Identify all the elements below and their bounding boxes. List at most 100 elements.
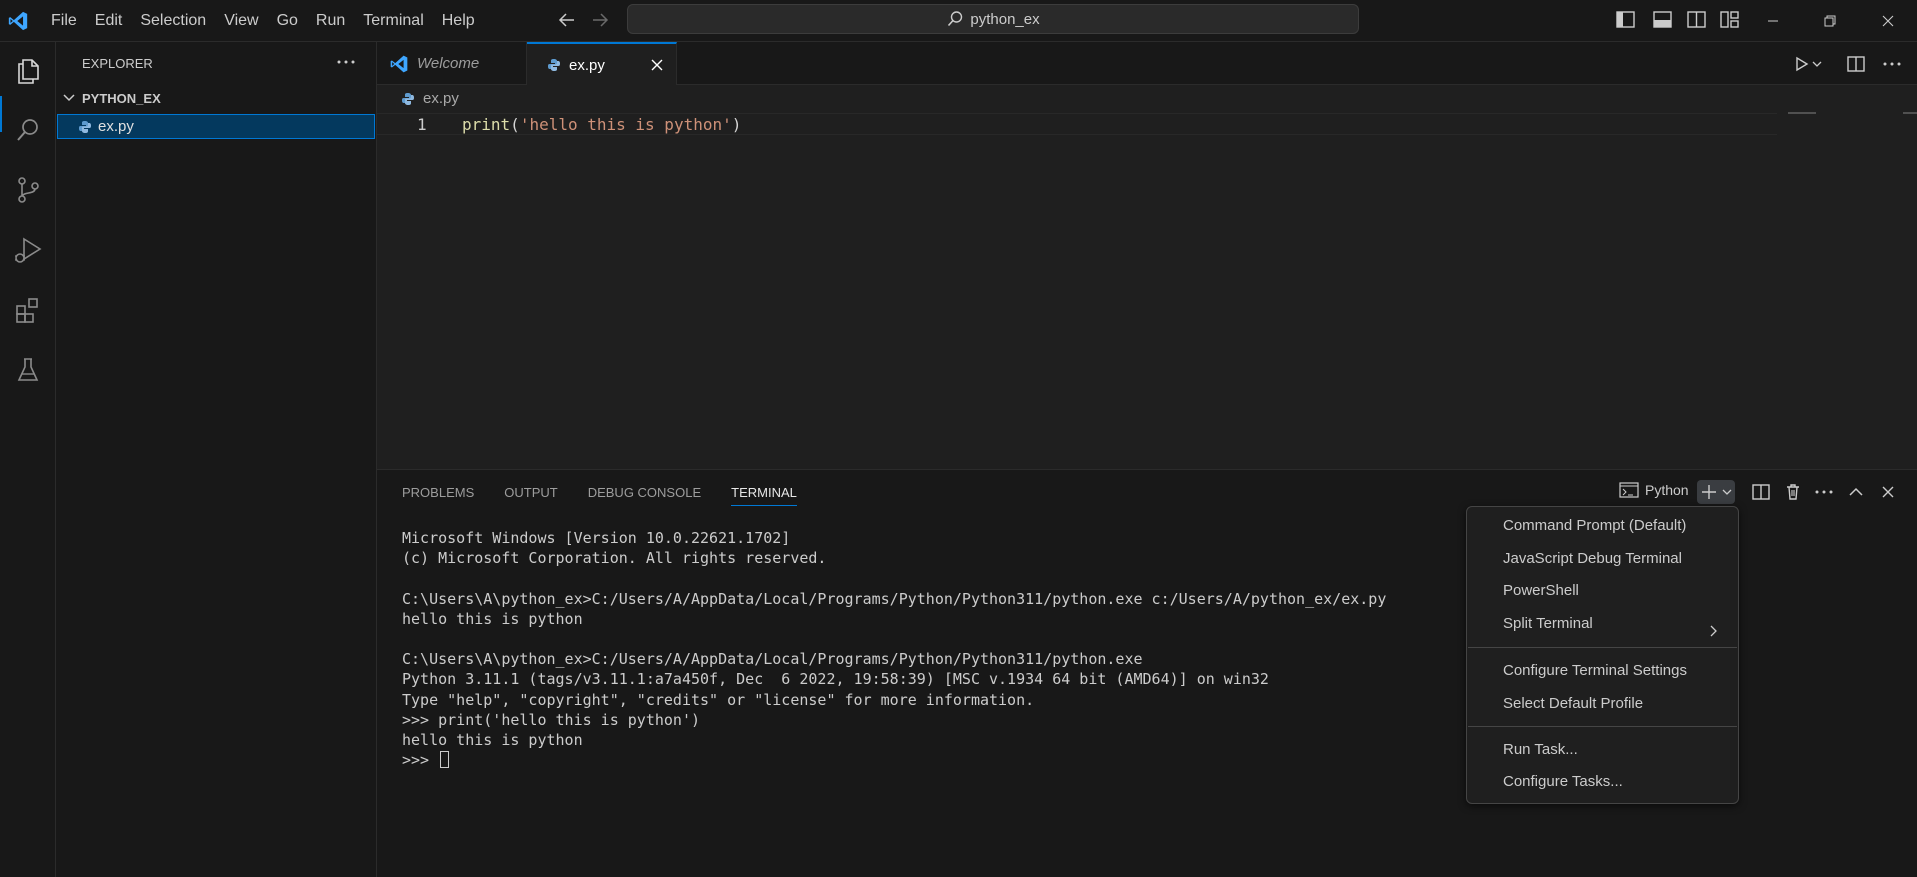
menu-terminal[interactable]: Terminal — [354, 0, 432, 42]
extensions-icon[interactable] — [10, 292, 46, 328]
code-editor[interactable]: ex.py 1 print('hello this is python') — [377, 85, 1917, 469]
tab-welcome[interactable]: Welcome — [377, 42, 527, 85]
toggle-primary-sidebar-icon[interactable] — [1612, 8, 1638, 32]
minimap[interactable] — [1788, 112, 1816, 114]
more-actions-icon[interactable] — [1812, 480, 1836, 504]
more-actions-icon[interactable] — [1881, 53, 1903, 75]
plus-icon — [1702, 485, 1716, 499]
menu-item-select-default-profile[interactable]: Select Default Profile — [1503, 695, 1643, 712]
menu-edit[interactable]: Edit — [86, 0, 132, 42]
menu-bar: File Edit Selection View Go Run Terminal… — [42, 0, 484, 42]
menu-go[interactable]: Go — [268, 0, 307, 42]
menu-item-configure-terminal-settings[interactable]: Configure Terminal Settings — [1503, 662, 1687, 679]
terminal-line: Type "help", "copyright", "credits" or "… — [402, 690, 1035, 709]
terminal-line: Python 3.11.1 (tags/v3.11.1:a7a450f, Dec… — [402, 670, 1269, 689]
restore-icon — [1824, 15, 1836, 27]
arrow-right-icon[interactable] — [587, 8, 613, 32]
tab-ex-py[interactable]: ex.py — [527, 42, 677, 86]
terminal-profile[interactable]: Python — [1619, 482, 1689, 498]
tab-problems[interactable]: PROBLEMS — [402, 485, 474, 506]
active-indicator — [0, 96, 2, 132]
tab-debug-console[interactable]: DEBUG CONSOLE — [588, 485, 701, 506]
activity-bar — [0, 42, 56, 877]
menu-view[interactable]: View — [215, 0, 267, 42]
split-editor-icon[interactable] — [1845, 53, 1867, 75]
restore-button[interactable] — [1807, 0, 1853, 42]
run-python-file-icon[interactable] — [1791, 53, 1825, 75]
minimize-button[interactable] — [1750, 0, 1796, 42]
menu-run[interactable]: Run — [307, 0, 354, 42]
terminal-prompt-line[interactable]: >>> — [402, 750, 1386, 770]
terminal-cmd-icon — [1619, 482, 1639, 498]
terminal-line: hello this is python — [402, 731, 583, 750]
source-control-icon[interactable] — [10, 172, 46, 208]
editor-tab-bar: Welcome ex.py — [377, 42, 1917, 86]
menu-separator — [1468, 647, 1737, 648]
trash-icon[interactable] — [1781, 480, 1805, 504]
terminal-prompt: >>> — [402, 751, 439, 770]
chevron-down-icon[interactable] — [1720, 480, 1734, 504]
tab-terminal[interactable]: TERMINAL — [731, 485, 797, 506]
testing-flask-icon[interactable] — [10, 352, 46, 388]
toggle-panel-icon[interactable] — [1649, 8, 1675, 32]
menu-file[interactable]: File — [42, 0, 86, 42]
tab-output[interactable]: OUTPUT — [504, 485, 557, 506]
menu-item-configure-tasks[interactable]: Configure Tasks... — [1503, 773, 1623, 790]
terminal-line: C:\Users\A\python_ex>C:/Users/A/AppData/… — [402, 589, 1387, 608]
code-line[interactable]: print('hello this is python') — [462, 115, 741, 134]
menu-item-split-terminal[interactable]: Split Terminal — [1503, 615, 1593, 632]
menu-item-javascript-debug-terminal[interactable]: JavaScript Debug Terminal — [1503, 550, 1682, 567]
search-icon[interactable] — [10, 112, 46, 148]
menu-item-powershell[interactable]: PowerShell — [1503, 582, 1579, 599]
minimize-icon — [1768, 20, 1778, 22]
menu-separator — [1468, 726, 1737, 727]
folder-label: PYTHON_EX — [82, 90, 161, 106]
split-terminal-icon[interactable] — [1749, 480, 1773, 504]
line-number: 1 — [417, 115, 427, 134]
tab-label: ex.py — [569, 56, 605, 74]
command-center-text: python_ex — [970, 10, 1040, 28]
arrow-left-icon[interactable] — [554, 8, 580, 32]
close-icon[interactable] — [648, 56, 666, 74]
code-token-paren: ) — [731, 115, 742, 134]
tab-label: Welcome — [417, 55, 480, 72]
title-bar: File Edit Selection View Go Run Terminal… — [0, 0, 1917, 42]
terminal-line: Microsoft Windows [Version 10.0.22621.17… — [402, 529, 791, 547]
scrollbar[interactable] — [1903, 112, 1917, 114]
terminal-line: >>> print('hello this is python') — [402, 710, 701, 729]
more-actions-icon[interactable] — [334, 52, 358, 72]
chevron-down-icon — [63, 94, 75, 102]
code-token-function: print — [462, 115, 511, 134]
folder-python-ex[interactable]: PYTHON_EX — [56, 87, 376, 109]
breadcrumb-file: ex.py — [423, 90, 459, 107]
sidebar-title: EXPLORER — [82, 56, 153, 71]
terminal-line: C:\Users\A\python_ex>C:/Users/A/AppData/… — [402, 650, 1143, 669]
close-window-button[interactable] — [1865, 0, 1911, 42]
file-label: ex.py — [98, 118, 134, 135]
close-panel-icon[interactable] — [1876, 480, 1900, 504]
menu-item-run-task[interactable]: Run Task... — [1503, 741, 1578, 758]
file-item-ex-py[interactable]: ex.py — [57, 114, 375, 139]
terminal-output[interactable]: Microsoft Windows [Version 10.0.22621.17… — [402, 528, 1386, 770]
new-terminal-button[interactable] — [1697, 480, 1735, 504]
menu-help[interactable]: Help — [433, 0, 484, 42]
command-center-search[interactable]: python_ex — [627, 4, 1359, 34]
chevron-up-icon[interactable] — [1844, 480, 1868, 504]
panel-tabs: PROBLEMS OUTPUT DEBUG CONSOLE TERMINAL — [402, 485, 797, 506]
toggle-secondary-sidebar-icon[interactable] — [1683, 8, 1709, 32]
customize-layout-icon[interactable] — [1716, 8, 1742, 32]
menu-selection[interactable]: Selection — [131, 0, 215, 42]
python-file-icon — [402, 92, 414, 105]
run-and-debug-icon[interactable] — [10, 232, 46, 268]
vscode-logo-icon — [390, 55, 408, 72]
explorer-files-icon[interactable] — [10, 52, 46, 88]
terminal-line: (c) Microsoft Corporation. All rights re… — [402, 549, 827, 568]
explorer-sidebar: EXPLORER PYTHON_EX ex.py — [56, 42, 377, 877]
vscode-logo-icon — [8, 11, 28, 31]
terminal-line: hello this is python — [402, 609, 583, 628]
terminal-profile-label: Python — [1645, 482, 1689, 498]
menu-item-command-prompt[interactable]: Command Prompt (Default) — [1503, 517, 1686, 534]
breadcrumb[interactable]: ex.py — [401, 90, 459, 107]
code-token-paren: ( — [510, 115, 520, 134]
